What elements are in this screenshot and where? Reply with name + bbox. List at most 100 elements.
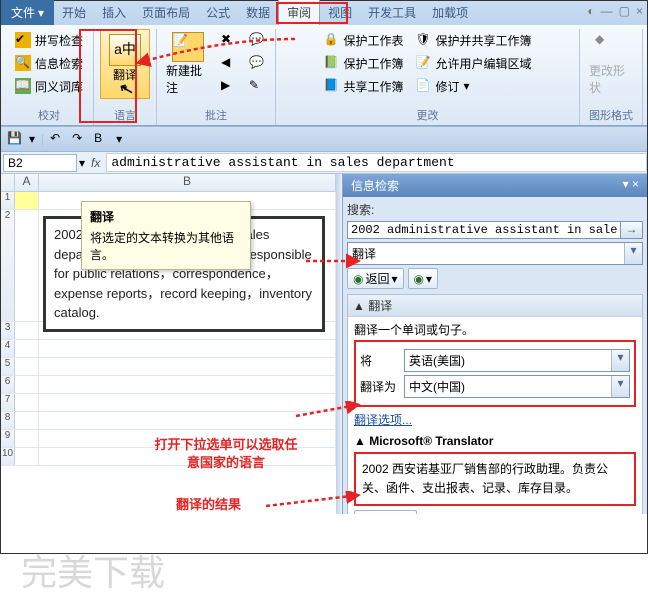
translation-result: 2002 西安诺基亚厂销售部的行政助理。负责公关、函件、支出报表、记录、库存目录… bbox=[354, 452, 636, 506]
search-label: 搜索: bbox=[347, 201, 643, 218]
prev-comment-button[interactable]: ◀ bbox=[217, 52, 241, 74]
spellcheck-button[interactable]: ✔拼写检查 bbox=[11, 29, 87, 51]
insert-button[interactable]: 插入(I) ▾ bbox=[354, 510, 417, 514]
undo-icon[interactable]: ↶ bbox=[50, 131, 66, 147]
chevron-down-icon: ▾ bbox=[611, 350, 629, 371]
tab-formula[interactable]: 公式 bbox=[198, 0, 238, 25]
file-tab[interactable]: 文件▾ bbox=[1, 0, 54, 25]
research-pane: 信息检索▾ × 搜索: → 翻译▾ ◉返回▾ ◉▾ ▲ 翻译 翻译一个单词或句子… bbox=[342, 174, 647, 514]
forward-icon: ◉ bbox=[414, 272, 424, 286]
help-icon[interactable]: ◐ bbox=[587, 4, 594, 18]
row-header[interactable]: 8 bbox=[1, 412, 15, 429]
tab-layout[interactable]: 页面布局 bbox=[134, 0, 198, 25]
search-go-button[interactable]: → bbox=[621, 221, 643, 239]
show-ink-button[interactable]: ✎ bbox=[245, 75, 269, 97]
bold-icon[interactable]: B bbox=[94, 131, 110, 147]
from-language-dropdown[interactable]: 英语(美国)▾ bbox=[404, 349, 630, 372]
tab-insert[interactable]: 插入 bbox=[94, 0, 134, 25]
delete-icon: ✖ bbox=[221, 32, 237, 48]
group-proofing: ✔拼写检查 🔍信息检索 📖同义词库 校对 bbox=[5, 29, 94, 125]
col-header-a[interactable]: A bbox=[15, 174, 39, 191]
from-label: 将 bbox=[360, 352, 398, 369]
select-all[interactable] bbox=[1, 174, 15, 191]
research-icon: 🔍 bbox=[15, 55, 31, 71]
chevron-down-icon: ▾ bbox=[624, 243, 642, 264]
back-button[interactable]: ◉返回▾ bbox=[347, 268, 404, 289]
chevron-down-icon: ▾ bbox=[611, 376, 629, 397]
comment-icon: 💬 bbox=[249, 32, 265, 48]
change-shape-button[interactable]: ◆ 更改形状 bbox=[586, 29, 636, 99]
translation-options-link[interactable]: 翻译选项... bbox=[354, 411, 636, 428]
row-header[interactable]: 9 bbox=[1, 430, 15, 447]
translate-hint: 翻译一个单词或句子。 bbox=[354, 321, 636, 338]
close-icon[interactable]: × bbox=[636, 4, 643, 18]
annotation-text: 翻译的结果 bbox=[176, 496, 241, 514]
new-comment-button[interactable]: 📝 新建批注 bbox=[163, 29, 213, 99]
redo-icon[interactable]: ↷ bbox=[72, 131, 88, 147]
share-icon: 📘 bbox=[323, 78, 339, 94]
name-box[interactable] bbox=[3, 154, 77, 172]
pane-menu-icon[interactable]: ▾ × bbox=[623, 177, 639, 194]
row-header[interactable]: 7 bbox=[1, 394, 15, 411]
quick-access-toolbar: 💾 ▾ | ↶ ↷ B ▾ bbox=[1, 126, 647, 152]
ink-icon: ✎ bbox=[249, 78, 265, 94]
service-dropdown[interactable]: 翻译▾ bbox=[347, 242, 643, 265]
allow-edit-button[interactable]: 📝允许用户编辑区域 bbox=[412, 52, 536, 74]
allow-edit-icon: 📝 bbox=[416, 55, 432, 71]
thesaurus-icon: 📖 bbox=[15, 78, 31, 94]
show-comment-button[interactable]: 💬 bbox=[245, 29, 269, 51]
comments-icon: 💬 bbox=[249, 55, 265, 71]
row-header[interactable]: 10 bbox=[1, 448, 15, 465]
row-header[interactable]: 2 bbox=[1, 210, 15, 321]
research-button[interactable]: 🔍信息检索 bbox=[11, 52, 87, 74]
translate-icon: a中 bbox=[109, 34, 141, 66]
thesaurus-button[interactable]: 📖同义词库 bbox=[11, 75, 87, 97]
formula-input[interactable]: administrative assistant in sales depart… bbox=[106, 153, 647, 172]
to-label: 翻译为 bbox=[360, 378, 398, 395]
tab-dev[interactable]: 开发工具 bbox=[360, 0, 424, 25]
save-icon[interactable]: 💾 bbox=[7, 131, 23, 147]
protect-workbook-button[interactable]: 📗保护工作簿 bbox=[319, 52, 407, 74]
tab-addins[interactable]: 加载项 bbox=[424, 0, 476, 25]
restore-icon[interactable]: ▢ bbox=[619, 4, 630, 18]
annotation-text: 打开下拉选单可以选取任意国家的语言 bbox=[151, 436, 301, 472]
protect-sheet-button[interactable]: 🔒保护工作表 bbox=[319, 29, 407, 51]
to-language-dropdown[interactable]: 中文(中国)▾ bbox=[404, 375, 630, 398]
tab-data[interactable]: 数据 bbox=[238, 0, 278, 25]
shape-icon: ◆ bbox=[595, 32, 627, 62]
share-workbook-button[interactable]: 📘共享工作簿 bbox=[319, 75, 407, 97]
col-header-b[interactable]: B bbox=[39, 174, 336, 191]
chevron-down-icon[interactable]: ▾ bbox=[116, 132, 122, 146]
row-header[interactable]: 1 bbox=[1, 192, 15, 209]
row-header[interactable]: 6 bbox=[1, 376, 15, 393]
tab-start[interactable]: 开始 bbox=[54, 0, 94, 25]
chevron-down-icon[interactable]: ▾ bbox=[29, 132, 35, 146]
track-icon: 📄 bbox=[416, 78, 432, 94]
tooltip: 翻译 将选定的文本转换为其他语言。 bbox=[81, 201, 251, 270]
track-changes-button[interactable]: 📄修订▾ bbox=[412, 75, 536, 97]
forward-button[interactable]: ◉▾ bbox=[408, 268, 439, 289]
new-comment-icon: 📝 bbox=[172, 32, 204, 62]
row-header[interactable]: 5 bbox=[1, 358, 15, 375]
protect-share-icon: 🛡 bbox=[416, 32, 432, 48]
show-all-comments-button[interactable]: 💬 bbox=[245, 52, 269, 74]
fx-icon[interactable]: fx bbox=[85, 156, 106, 170]
translator-label: ▲ Microsoft® Translator bbox=[354, 434, 636, 448]
tab-view[interactable]: 视图 bbox=[320, 0, 360, 25]
tab-review[interactable]: 审阅 bbox=[278, 0, 320, 25]
spellcheck-icon: ✔ bbox=[15, 32, 31, 48]
row-header[interactable]: 4 bbox=[1, 340, 15, 357]
prev-icon: ◀ bbox=[221, 55, 237, 71]
section-header[interactable]: ▲ 翻译 bbox=[348, 295, 642, 317]
lock-icon: 🔒 bbox=[323, 32, 339, 48]
chevron-down-icon: ▾ bbox=[464, 79, 470, 93]
protect-share-button[interactable]: 🛡保护并共享工作簿 bbox=[412, 29, 536, 51]
search-input[interactable] bbox=[347, 221, 621, 239]
watermark: 完美下载 bbox=[21, 544, 165, 596]
row-header[interactable]: 3 bbox=[1, 322, 15, 339]
group-comments: 📝 新建批注 ✖ ◀ ▶ 💬 💬 ✎ 批注 bbox=[157, 29, 276, 125]
back-icon: ◉ bbox=[353, 272, 363, 286]
next-comment-button[interactable]: ▶ bbox=[217, 75, 241, 97]
minimize-icon[interactable]: — bbox=[601, 4, 613, 18]
delete-comment-button[interactable]: ✖ bbox=[217, 29, 241, 51]
